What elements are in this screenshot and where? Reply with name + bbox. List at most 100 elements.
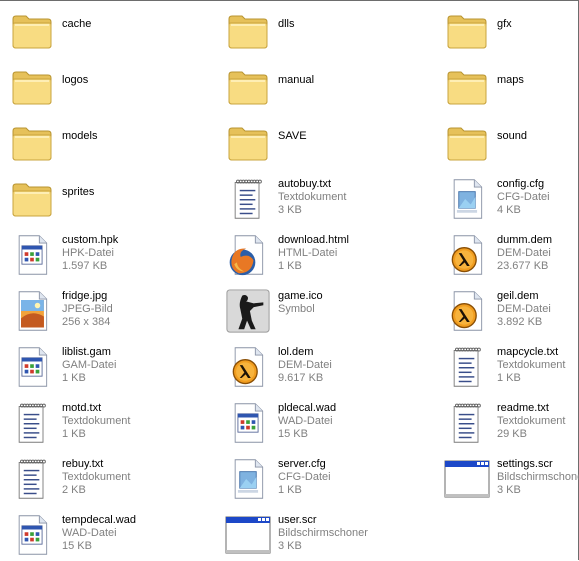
file-size: 3.892 KB [497, 316, 543, 328]
file-item[interactable]: logos [8, 63, 223, 113]
file-item[interactable]: fridge.jpg JPEG-Bild 256 x 384 [8, 287, 223, 337]
file-item[interactable]: manual [224, 63, 439, 113]
file-item-text: dlls [278, 7, 295, 31]
file-item[interactable]: geil.dem DEM-Datei 3.892 KB [443, 287, 579, 337]
file-size: 256 x 384 [62, 316, 111, 328]
file-grid: cache dlls gfx logos manual maps models SAVE sou… [0, 1, 579, 561]
file-item-text: settings.scr Bildschirmschoner 3 KB [497, 455, 579, 497]
file-size: 15 KB [62, 540, 92, 552]
file-item[interactable]: lol.dem DEM-Datei 9.617 KB [224, 343, 439, 393]
folder-icon [224, 119, 272, 167]
file-item[interactable]: rebuy.txt Textdokument 2 KB [8, 455, 223, 505]
file-size: 23.677 KB [497, 260, 549, 272]
file-type: HTML-Datei [278, 247, 338, 259]
half-life-icon [443, 231, 491, 279]
jpeg-image-icon [8, 287, 56, 335]
file-name: rebuy.txt [62, 458, 104, 470]
firefox-html-icon [224, 231, 272, 279]
file-size: 4 KB [497, 204, 521, 216]
text-document-icon [443, 399, 491, 447]
file-type: GAM-Datei [62, 359, 117, 371]
file-item-text: mapcycle.txt Textdokument 1 KB [497, 343, 565, 385]
file-item-text: liblist.gam GAM-Datei 1 KB [62, 343, 116, 385]
file-item[interactable]: maps [443, 63, 579, 113]
file-item[interactable]: sprites [8, 175, 223, 225]
file-item-text: geil.dem DEM-Datei 3.892 KB [497, 287, 551, 329]
file-name: models [62, 130, 98, 142]
file-item[interactable]: motd.txt Textdokument 1 KB [8, 399, 223, 449]
file-item[interactable]: pldecal.wad WAD-Datei 15 KB [224, 399, 439, 449]
file-item[interactable]: liblist.gam GAM-Datei 1 KB [8, 343, 223, 393]
file-name: maps [497, 74, 524, 86]
file-item[interactable]: download.html HTML-Datei 1 KB [224, 231, 439, 281]
file-item-text: pldecal.wad WAD-Datei 15 KB [278, 399, 336, 441]
file-item[interactable]: gfx [443, 7, 579, 57]
file-type: DEM-Datei [278, 359, 332, 371]
file-item-text: tempdecal.wad WAD-Datei 15 KB [62, 511, 136, 553]
file-item-text: cache [62, 7, 91, 31]
file-type: DEM-Datei [497, 303, 551, 315]
text-document-icon [224, 175, 272, 223]
folder-icon [8, 175, 56, 223]
file-item[interactable]: dumm.dem DEM-Datei 23.677 KB [443, 231, 579, 281]
file-item-text: user.scr Bildschirmschoner 3 KB [278, 511, 368, 553]
file-size: 9.617 KB [278, 372, 324, 384]
file-item-text: maps [497, 63, 524, 87]
file-size: 3 KB [497, 484, 521, 496]
file-item[interactable]: config.cfg CFG-Datei 4 KB [443, 175, 579, 225]
folder-icon [8, 63, 56, 111]
file-size: 1 KB [62, 428, 86, 440]
file-item[interactable]: autobuy.txt Textdokument 3 KB [224, 175, 439, 225]
file-name: download.html [278, 234, 349, 246]
file-name: mapcycle.txt [497, 346, 559, 358]
file-type: Textdokument [497, 415, 566, 427]
file-item[interactable]: custom.hpk HPK-Datei 1.597 KB [8, 231, 223, 281]
file-item-text: manual [278, 63, 314, 87]
file-type: Textdokument [497, 359, 566, 371]
file-item[interactable]: server.cfg CFG-Datei 1 KB [224, 455, 439, 505]
file-name: dumm.dem [497, 234, 553, 246]
text-document-icon [8, 399, 56, 447]
file-item[interactable]: dlls [224, 7, 439, 57]
file-name: settings.scr [497, 458, 553, 470]
file-size: 1 KB [278, 484, 302, 496]
file-name: sound [497, 130, 527, 142]
folder-icon [224, 63, 272, 111]
screensaver-icon [224, 511, 272, 559]
file-item[interactable]: SAVE [224, 119, 439, 169]
file-name: server.cfg [278, 458, 326, 470]
file-type: DEM-Datei [497, 247, 551, 259]
file-item-text: gfx [497, 7, 512, 31]
folder-icon [224, 7, 272, 55]
file-item[interactable]: models [8, 119, 223, 169]
file-item[interactable]: readme.txt Textdokument 29 KB [443, 399, 579, 449]
file-item[interactable]: settings.scr Bildschirmschoner 3 KB [443, 455, 579, 505]
half-life-icon [224, 343, 272, 391]
generic-file-icon [8, 231, 56, 279]
file-type: Symbol [278, 303, 315, 315]
file-name: user.scr [278, 514, 317, 526]
text-document-icon [8, 455, 56, 503]
file-name: fridge.jpg [62, 290, 108, 302]
file-item[interactable]: mapcycle.txt Textdokument 1 KB [443, 343, 579, 393]
cfg-file-icon [224, 455, 272, 503]
file-type: Textdokument [62, 415, 131, 427]
file-type: CFG-Datei [278, 471, 331, 483]
file-name: game.ico [278, 290, 323, 302]
file-size: 29 KB [497, 428, 527, 440]
file-type: HPK-Datei [62, 247, 114, 259]
file-size: 1 KB [497, 372, 521, 384]
folder-icon [443, 119, 491, 167]
file-type: WAD-Datei [278, 415, 333, 427]
folder-icon [8, 119, 56, 167]
file-name: logos [62, 74, 89, 86]
file-item[interactable]: cache [8, 7, 223, 57]
file-item[interactable]: tempdecal.wad WAD-Datei 15 KB [8, 511, 223, 561]
file-item[interactable]: sound [443, 119, 579, 169]
file-item-text: logos [62, 63, 88, 87]
file-item[interactable]: user.scr Bildschirmschoner 3 KB [224, 511, 439, 561]
file-item-text: server.cfg CFG-Datei 1 KB [278, 455, 331, 497]
file-item[interactable]: game.ico Symbol [224, 287, 439, 337]
file-name: lol.dem [278, 346, 314, 358]
file-name: gfx [497, 18, 512, 30]
